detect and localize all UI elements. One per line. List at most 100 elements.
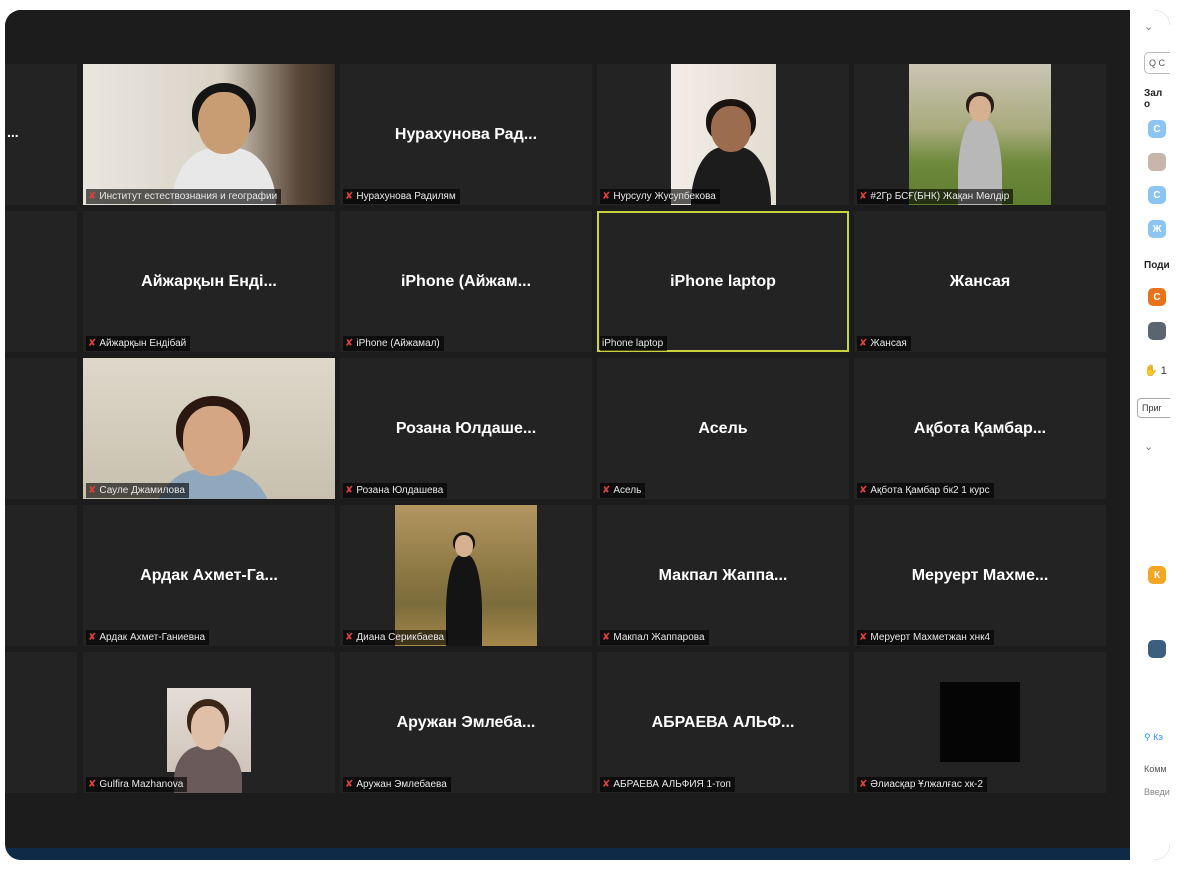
participant-name-label: ✘ Gulfira Mazhanova (86, 777, 188, 792)
person-add-icon: ⚲ (1144, 732, 1151, 742)
participant-name-label: ✘ Нурахунова Радилям (343, 189, 460, 204)
participant-label-text: iPhone (Айжамал) (356, 338, 440, 349)
search-input[interactable]: Q С (1144, 52, 1170, 74)
partial-video-tile[interactable] (5, 652, 77, 793)
muted-mic-icon: ✘ (859, 779, 868, 790)
participant-video (909, 64, 1051, 205)
meeting-top-bar (5, 10, 1130, 62)
participant-face (198, 92, 250, 154)
muted-mic-icon: ✘ (345, 632, 354, 643)
participant-label-text: Әлиасқар Ұлжалғас хк-2 (870, 779, 983, 790)
video-tile[interactable]: Аружан Эмлеба... ✘ Аружан Эмлебаева (340, 652, 592, 793)
participant-label-text: Макпал Жаппарова (613, 632, 705, 643)
avatar: С (1148, 288, 1166, 306)
chevron-down-icon[interactable]: ⌄ (1144, 440, 1153, 453)
chevron-down-icon[interactable]: ⌄ (1144, 20, 1153, 33)
participant-label-text: АБРАЕВА АЛЬФИЯ 1-топ (613, 779, 731, 790)
participant-video (671, 64, 776, 205)
participant-label-text: Нурахунова Радилям (356, 191, 456, 202)
taskbar (5, 848, 1130, 860)
muted-mic-icon: ✘ (88, 632, 97, 643)
participant-name-label: ✘ Жансая (857, 336, 911, 351)
video-tile[interactable]: Розана Юлдаше... ✘ Розана Юлдашева (340, 358, 592, 499)
video-tile[interactable]: iPhone laptop iPhone laptop (597, 211, 849, 352)
video-tile[interactable]: Макпал Жаппа... ✘ Макпал Жаппарова (597, 505, 849, 646)
muted-mic-icon: ✘ (602, 632, 611, 643)
participant-display-name: АБРАЕВА АЛЬФ... (651, 713, 795, 731)
muted-mic-icon: ✘ (88, 779, 97, 790)
partial-video-tile[interactable]: ... (5, 64, 77, 205)
video-tile[interactable]: ✘ Gulfira Mazhanova (83, 652, 335, 793)
participant-label-text: Диана Серикбаева (356, 632, 445, 643)
video-tile[interactable]: Нурахунова Рад... ✘ Нурахунова Радилям (340, 64, 592, 205)
muted-mic-icon: ✘ (602, 779, 611, 790)
participant-face (183, 406, 243, 476)
video-tile[interactable]: АБРАЕВА АЛЬФ... ✘ АБРАЕВА АЛЬФИЯ 1-топ (597, 652, 849, 793)
participant-label-text: Жансая (870, 338, 907, 349)
participant-video (395, 505, 537, 646)
video-tile[interactable]: Ақбота Қамбар... ✘ Ақбота Қамбар бк2 1 кур… (854, 358, 1106, 499)
video-tile[interactable]: ✘ Сауле Джамилова (83, 358, 335, 499)
participant-display-name: Макпал Жаппа... (658, 566, 788, 584)
participant-label-text: Сауле Джамилова (99, 485, 185, 496)
muted-mic-icon: ✘ (859, 338, 868, 349)
partial-video-tile[interactable] (5, 505, 77, 646)
muted-mic-icon: ✘ (602, 485, 611, 496)
participant-display-name: Нурахунова Рад... (394, 125, 538, 143)
participant-name-label: iPhone laptop (600, 336, 668, 351)
partial-video-tile[interactable] (5, 211, 77, 352)
participant-display-name: Асель (698, 419, 748, 437)
participant-name-label: ✘ Сауле Джамилова (86, 483, 189, 498)
participant-name-label: ✘ Ардак Ахмет-Ганиевна (86, 630, 210, 645)
video-tile[interactable]: ✘ Диана Серикбаева (340, 505, 592, 646)
video-tile[interactable]: ✘ Институт естествознания и географии (83, 64, 335, 205)
raised-hand-icon: ✋ (1144, 365, 1158, 377)
participant-name-label: ✘ Асель (600, 483, 646, 498)
partial-tile-name: ... (7, 124, 19, 140)
participant-body (446, 554, 482, 646)
participant-face (711, 106, 751, 152)
participant-name-label: ✘ Нурсулу Жусупбекова (600, 189, 720, 204)
participant-label-text: Айжарқын Ендібай (99, 338, 187, 349)
comment-input[interactable]: Введи (1144, 787, 1170, 797)
muted-mic-icon: ✘ (88, 485, 97, 496)
participant-display-name: Меруерт Махме... (911, 566, 1049, 584)
participant-label-text: iPhone laptop (602, 338, 664, 349)
muted-mic-icon: ✘ (859, 191, 868, 202)
participant-label-text: Ақбота Қамбар бк2 1 курс (870, 485, 990, 496)
video-tile[interactable]: ✘ #2Гр БСҒ(БНК) Жақан Мөлдір (854, 64, 1106, 205)
more-label-text: Кэ (1153, 732, 1163, 742)
video-tile[interactable]: Ардак Ахмет-Га... ✘ Ардак Ахмет-Ганиевна (83, 505, 335, 646)
participant-label-text: Розана Юлдашева (356, 485, 444, 496)
raised-hand-count: ✋ 1 (1144, 364, 1167, 377)
video-tile[interactable]: Меруерт Махме... ✘ Меруерт Махметжан хнк4 (854, 505, 1106, 646)
video-tile[interactable]: ✘ Әлиасқар Ұлжалғас хк-2 (854, 652, 1106, 793)
participant-name-label: ✘ Меруерт Махметжан хнк4 (857, 630, 995, 645)
participant-video (940, 682, 1020, 762)
muted-mic-icon: ✘ (88, 191, 97, 202)
avatar: С (1148, 186, 1166, 204)
participant-name-label: ✘ АБРАЕВА АЛЬФИЯ 1-топ (600, 777, 735, 792)
participant-name-label: ✘ Институт естествознания и географии (86, 189, 282, 204)
avatar: С (1148, 120, 1166, 138)
participant-name-label: ✘ Айжарқын Ендібай (86, 336, 191, 351)
participant-label-text: Меруерт Махметжан хнк4 (870, 632, 991, 643)
video-tile[interactable]: iPhone (Айжам... ✘ iPhone (Айжамал) (340, 211, 592, 352)
muted-mic-icon: ✘ (345, 485, 354, 496)
video-tile[interactable]: Жансая ✘ Жансая (854, 211, 1106, 352)
participant-display-name: Розана Юлдаше... (395, 419, 537, 437)
participant-label-text: Gulfira Mazhanova (99, 779, 184, 790)
invite-button[interactable]: Приг (1137, 398, 1170, 418)
avatar: К (1148, 566, 1166, 584)
video-tile[interactable]: ✘ Нурсулу Жусупбекова (597, 64, 849, 205)
partial-video-tile[interactable] (5, 358, 77, 499)
participant-name-label: ✘ iPhone (Айжамал) (343, 336, 444, 351)
participant-video (83, 358, 335, 499)
video-tile[interactable]: Асель ✘ Асель (597, 358, 849, 499)
video-tile[interactable]: Айжарқын Енді... ✘ Айжарқын Ендібай (83, 211, 335, 352)
more-label[interactable]: ⚲ Кэ (1144, 732, 1163, 743)
participant-display-name: Жансая (949, 272, 1011, 290)
participant-label-text: Асель (613, 485, 642, 496)
raised-hand-number: 1 (1160, 365, 1167, 377)
comment-label: Комм (1144, 764, 1167, 774)
